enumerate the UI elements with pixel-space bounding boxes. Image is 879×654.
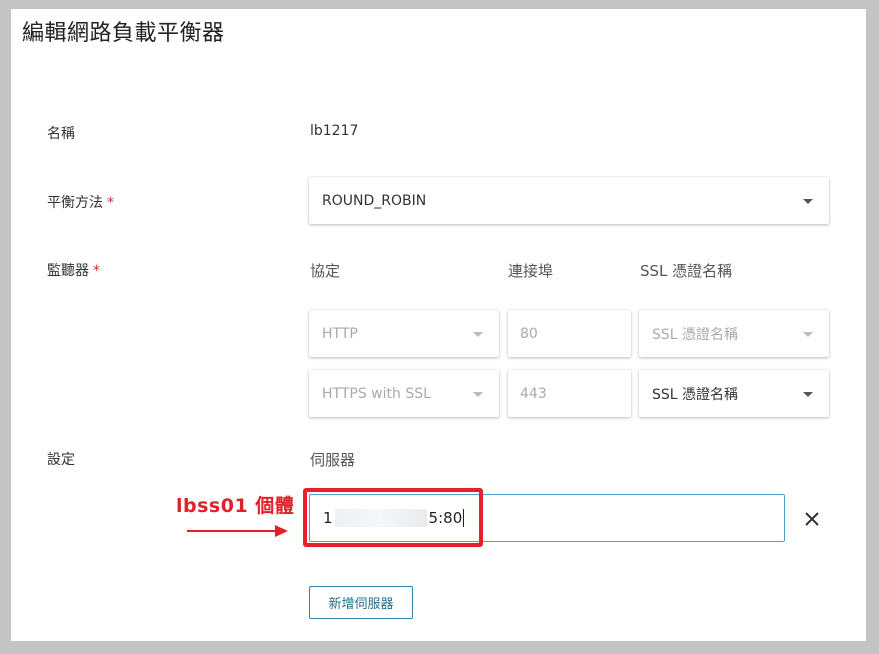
- chevron-down-icon: [803, 331, 813, 337]
- name-value: lb1217: [310, 123, 359, 139]
- page-title: 編輯網路負載平衡器: [22, 21, 225, 46]
- required-mark: *: [107, 195, 114, 211]
- listener-protocol-value: HTTPS with SSL: [322, 385, 431, 402]
- chevron-down-icon: [473, 391, 483, 397]
- settings-label-text: 設定: [47, 452, 75, 468]
- annotation-highlight-box: [303, 488, 483, 547]
- listener-protocol-select: HTTPS with SSL: [309, 370, 499, 417]
- listener-ssl-select: SSL 憑證名稱: [639, 310, 829, 357]
- add-server-button[interactable]: 新增伺服器: [309, 586, 413, 619]
- servers-heading: 伺服器: [310, 451, 356, 469]
- close-icon: [805, 512, 819, 526]
- listener-port-input: 80: [508, 310, 631, 357]
- chevron-down-icon: [803, 391, 813, 397]
- required-mark: *: [93, 263, 100, 279]
- listeners-label: 監聽器 *: [47, 260, 100, 280]
- listener-ssl-select[interactable]: SSL 憑證名稱: [639, 370, 829, 417]
- listener-protocol-select: HTTP: [309, 310, 499, 357]
- listener-port-value: 80: [520, 325, 538, 342]
- remove-server-button[interactable]: [800, 507, 824, 531]
- chevron-down-icon: [473, 331, 483, 337]
- port-column-header: 連接埠: [508, 262, 554, 280]
- method-select[interactable]: ROUND_ROBIN: [309, 177, 829, 224]
- listener-ssl-value: SSL 憑證名稱: [652, 386, 739, 403]
- annotation-label: lbss01 個體: [176, 495, 295, 517]
- chevron-down-icon: [803, 198, 813, 204]
- name-label: 名稱: [47, 123, 75, 143]
- settings-label: 設定: [47, 449, 75, 469]
- listeners-label-text: 監聽器: [47, 263, 89, 279]
- listener-protocol-value: HTTP: [322, 325, 358, 342]
- arrow-right-icon: [187, 525, 288, 537]
- method-select-value: ROUND_ROBIN: [322, 192, 427, 209]
- name-label-text: 名稱: [47, 126, 75, 142]
- protocol-column-header: 協定: [310, 262, 341, 280]
- method-label: 平衡方法 *: [47, 192, 114, 212]
- listener-ssl-value: SSL 憑證名稱: [652, 326, 739, 343]
- ssl-column-header: SSL 憑證名稱: [640, 262, 733, 280]
- listener-port-input: 443: [508, 370, 631, 417]
- listener-port-value: 443: [520, 385, 547, 402]
- method-label-text: 平衡方法: [47, 195, 103, 211]
